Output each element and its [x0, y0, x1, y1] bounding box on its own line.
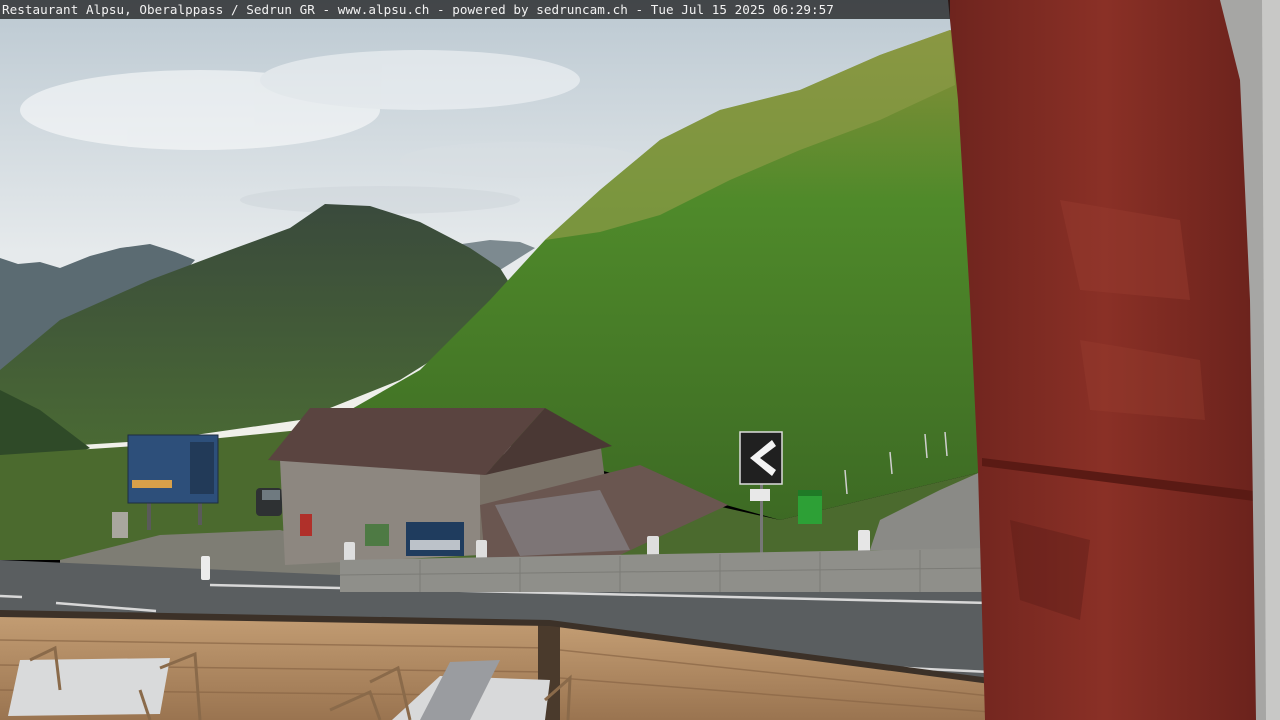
roadside-stone	[112, 512, 128, 538]
webcam-caption: Restaurant Alpsu, Oberalppass / Sedrun G…	[0, 0, 950, 19]
webcam-frame: Restaurant Alpsu, Oberalppass / Sedrun G…	[0, 0, 1280, 720]
red-pillar	[948, 0, 1262, 720]
green-bin	[798, 490, 822, 524]
webcam-scene	[0, 0, 1280, 720]
parked-car	[256, 488, 282, 516]
